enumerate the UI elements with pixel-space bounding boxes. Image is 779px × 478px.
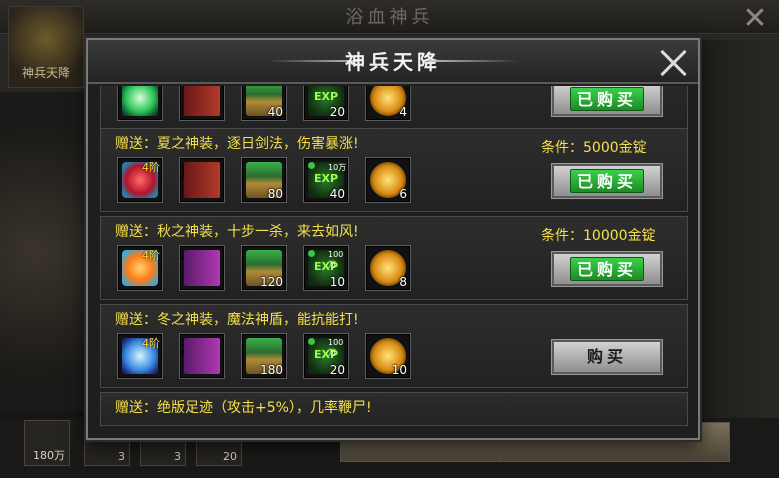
reward-list[interactable]: 40 20 4 已购买 赠送：夏之神装，逐日剑法，伤害暴涨! 条件：5000金锭… [100,86,688,426]
condition-text: 条件：5000金锭 [541,140,647,156]
item-count: 10 [329,275,345,289]
item-count: 6 [399,187,407,201]
reward-slot[interactable]: 4阶 [117,157,163,203]
background-close-icon[interactable]: ✕ [741,4,769,34]
reward-slot[interactable] [179,86,225,121]
background-right-panel [697,40,779,440]
status-dot [308,338,315,345]
buy-button[interactable]: 购买 [551,339,663,375]
bottom-slot[interactable]: 180万 [24,420,70,466]
gift-text: 赠送：绝版足迹（攻击+5%），几率鞭尸! [115,400,372,416]
item-count: 20 [329,105,345,119]
purchase-button[interactable]: 已购买 [551,86,663,117]
condition-text: 条件：10000金锭 [541,228,656,244]
reward-slot[interactable]: 20 [303,86,349,121]
reward-slot[interactable]: 100万 10 [303,245,349,291]
reward-slot[interactable]: 4 [365,86,411,121]
purchase-button[interactable]: 已购买 [551,251,663,287]
reward-slot[interactable]: 逐日 [179,157,225,203]
reward-slot[interactable]: 80 [241,157,287,203]
reward-row: 赠送：夏之神装，逐日剑法，伤害暴涨! 条件：5000金锭 4阶 逐日 80 10… [100,128,688,212]
bottom-slot-label: 3 [118,450,125,463]
reward-slot[interactable]: 6 [365,157,411,203]
exp-amount: 10万 [328,163,347,172]
book-icon [184,86,220,116]
reward-row: 赠送：冬之神装，魔法神盾，能抗能打! 4阶 法盾 180 100万 20 10 购… [100,304,688,388]
tier-badge: 4阶 [142,161,160,174]
item-count: 80 [267,187,283,201]
modal-header: 神兵天降 [88,40,698,84]
item-count: 10 [391,363,407,377]
event-emblem[interactable]: 神兵天降 [8,6,84,88]
reward-slot[interactable]: 40 [241,86,287,121]
reward-slot[interactable]: 10 [365,333,411,379]
jade-icon [122,86,158,116]
exp-amount: 100万 [328,250,344,269]
reward-slot[interactable]: 4阶 [117,245,163,291]
reward-slot[interactable]: 120 [241,245,287,291]
book-icon [184,162,220,198]
reward-modal: 神兵天降 40 20 4 已购买 赠送：夏之神装，逐日剑法，伤害暴涨! 条件：5… [86,38,700,440]
item-count: 40 [267,105,283,119]
status-dot [308,250,315,257]
buy-button-label: 购买 [586,347,627,366]
close-icon[interactable] [658,48,688,78]
reward-slot[interactable]: 10万 40 [303,157,349,203]
reward-slot[interactable]: 4阶 [117,333,163,379]
reward-slot[interactable]: 法盾 [179,333,225,379]
gift-text: 赠送：冬之神装，魔法神盾，能抗能打! [115,312,359,328]
exp-amount: 100万 [328,338,344,357]
purchase-button-label: 已购买 [570,87,644,111]
gift-text: 赠送：夏之神装，逐日剑法，伤害暴涨! [115,136,359,152]
purchase-button-label: 已购买 [570,257,644,281]
reward-slot[interactable]: 180 [241,333,287,379]
item-count: 180 [260,363,283,377]
background-title: 浴血神兵 [0,0,779,34]
bottom-slot-label: 3 [174,450,181,463]
item-count: 20 [329,363,345,377]
book-icon [184,338,220,374]
book-icon [184,250,220,286]
reward-slot[interactable]: 100万 20 [303,333,349,379]
purchase-button-label: 已购买 [570,169,644,193]
reward-row: 40 20 4 已购买 [100,86,688,130]
tier-badge: 4阶 [142,249,160,262]
item-count: 40 [329,187,345,201]
item-count: 120 [260,275,283,289]
modal-title: 神兵天降 [345,50,441,74]
item-count: 8 [399,275,407,289]
reward-slot[interactable] [117,86,163,121]
background-left-panel [0,92,88,412]
tier-badge: 4阶 [142,337,160,350]
item-count: 4 [399,105,407,119]
reward-row: 赠送：绝版足迹（攻击+5%），几率鞭尸! [100,392,688,426]
bottom-slot-label: 180万 [33,449,65,462]
title-ornament [428,60,518,62]
status-dot [308,162,315,169]
reward-row: 赠送：秋之神装，十步一杀，来去如风! 条件：10000金锭 4阶 十步 120 … [100,216,688,300]
reward-slot[interactable]: 8 [365,245,411,291]
gift-text: 赠送：秋之神装，十步一杀，来去如风! [115,224,359,240]
reward-slot[interactable]: 十步 [179,245,225,291]
emblem-label: 神兵天降 [21,66,70,80]
purchase-button[interactable]: 已购买 [551,163,663,199]
bottom-slot-label: 20 [223,450,237,463]
